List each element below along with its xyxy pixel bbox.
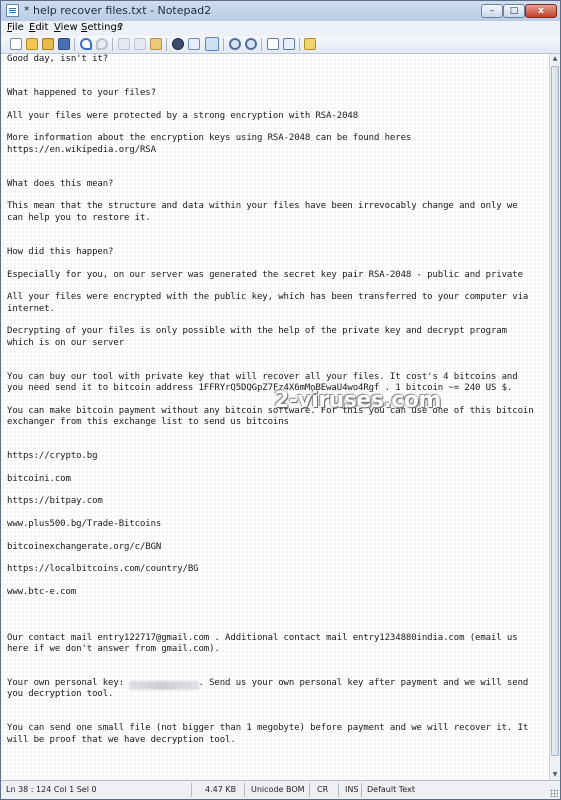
status-divider <box>338 783 339 797</box>
save-icon[interactable] <box>58 38 70 50</box>
redo-icon[interactable] <box>96 38 108 50</box>
toolbar-separator <box>166 38 167 51</box>
close-button[interactable]: x <box>525 4 557 18</box>
toolbar-separator <box>74 38 75 51</box>
status-file-size: 4.47 KB <box>205 785 237 794</box>
vertical-scrollbar[interactable]: ▲ ▼ <box>549 54 560 780</box>
open-folder-icon[interactable] <box>26 38 38 50</box>
menu-file[interactable]: File <box>7 22 24 33</box>
toolbar-separator <box>299 38 300 51</box>
status-bar: Ln 38 : 124 Col 1 Sel 0 4.47 KB Unicode … <box>1 780 560 799</box>
customize-icon[interactable] <box>283 38 295 50</box>
word-wrap-icon[interactable] <box>205 37 219 51</box>
menu-view[interactable]: View <box>54 22 78 33</box>
text-editor[interactable]: Good day, isn't it? What happened to you… <box>1 54 549 780</box>
new-file-icon[interactable] <box>10 38 22 50</box>
status-encoding[interactable]: Unicode BOM <box>251 785 305 794</box>
cut-icon[interactable] <box>118 38 130 50</box>
scheme-icon[interactable] <box>267 38 279 50</box>
status-position: Ln 38 : 124 Col 1 Sel 0 <box>6 785 97 794</box>
zoom-in-icon[interactable] <box>229 38 241 50</box>
copy-icon[interactable] <box>134 38 146 50</box>
resize-grip-icon[interactable] <box>550 789 558 797</box>
status-divider <box>191 783 192 797</box>
toolbar-separator <box>112 38 113 51</box>
menu-help[interactable]: ? <box>118 22 123 33</box>
send-icon[interactable] <box>304 38 316 50</box>
notepad-app-icon[interactable] <box>6 4 19 17</box>
find-icon[interactable] <box>172 38 184 50</box>
scroll-up-arrow-icon[interactable]: ▲ <box>550 54 560 64</box>
menu-settings[interactable]: Settings <box>81 22 122 33</box>
paste-icon[interactable] <box>150 38 162 50</box>
status-scheme[interactable]: Default Text <box>367 785 415 794</box>
title-bar[interactable]: * help recover files.txt - Notepad2 – □ … <box>1 1 560 22</box>
scrollbar-thumb[interactable] <box>551 66 559 756</box>
status-line-ending[interactable]: CR <box>317 785 328 794</box>
window-title: * help recover files.txt - Notepad2 <box>24 4 212 17</box>
undo-icon[interactable] <box>80 38 92 50</box>
menu-edit[interactable]: Edit <box>29 22 48 33</box>
notepad2-window: * help recover files.txt - Notepad2 – □ … <box>0 0 561 800</box>
status-insert-mode[interactable]: INS <box>345 785 358 794</box>
replace-icon[interactable] <box>188 38 200 50</box>
toolbar-separator <box>261 38 262 51</box>
toolbar <box>1 36 560 54</box>
status-divider <box>244 783 245 797</box>
toolbar-separator <box>223 38 224 51</box>
status-divider <box>361 783 362 797</box>
watermark: 2-viruses.com <box>274 388 441 413</box>
zoom-out-icon[interactable] <box>245 38 257 50</box>
menu-bar: File Edit View Settings ? <box>1 21 560 36</box>
status-divider <box>309 783 310 797</box>
minimize-button[interactable]: – <box>481 4 503 18</box>
maximize-button[interactable]: □ <box>503 4 525 18</box>
redacted-personal-key <box>129 681 199 690</box>
scroll-down-arrow-icon[interactable]: ▼ <box>550 770 560 780</box>
browse-icon[interactable] <box>42 38 54 50</box>
